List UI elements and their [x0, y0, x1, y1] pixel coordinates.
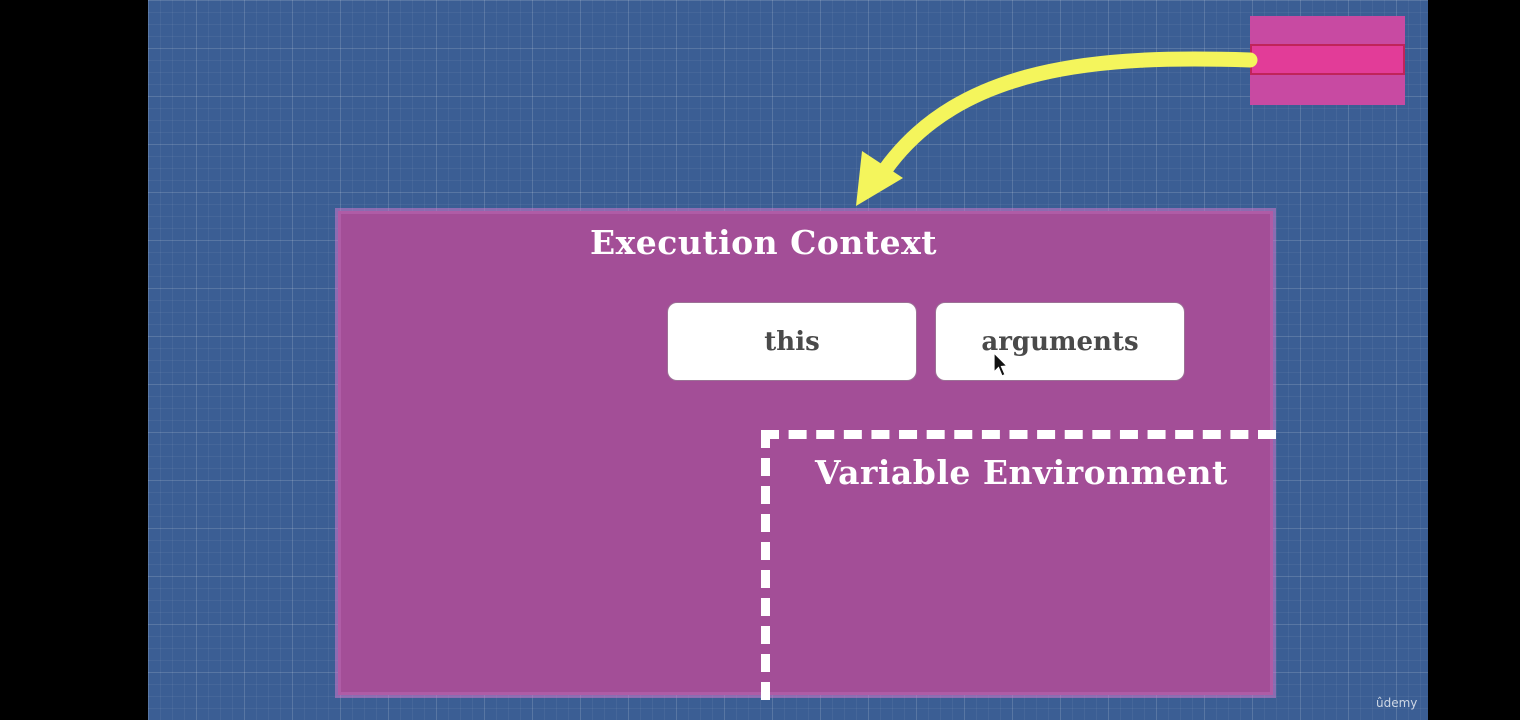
- variable-environment-title: Variable Environment: [815, 453, 1228, 492]
- execution-context-box: Execution Context this arguments Variabl…: [338, 211, 1276, 700]
- call-stack-active-frame: [1250, 44, 1405, 75]
- mouse-cursor-icon: [993, 352, 1009, 377]
- execution-context-title: Execution Context: [589, 223, 938, 262]
- variable-environment-box: Variable Environment: [761, 430, 1276, 700]
- arguments-box: arguments: [936, 303, 1184, 380]
- udemy-watermark: ûdemy: [1376, 696, 1418, 710]
- this-box: this: [668, 303, 916, 380]
- video-frame: Execution Context this arguments Variabl…: [0, 0, 1520, 720]
